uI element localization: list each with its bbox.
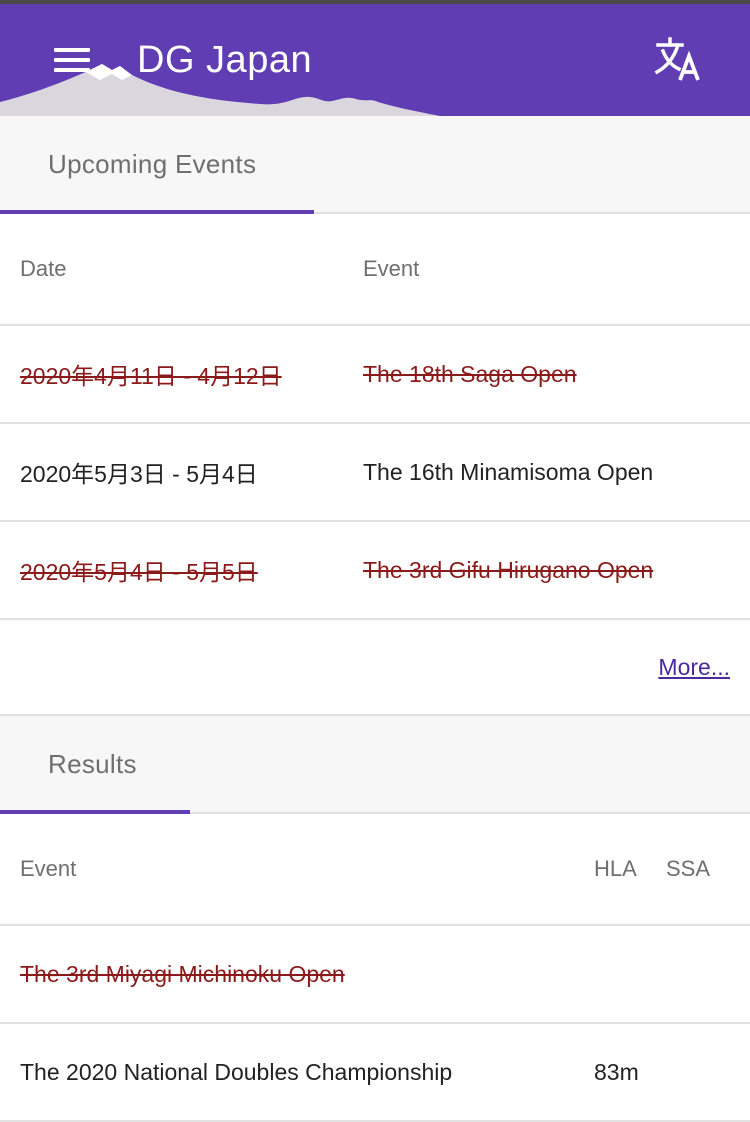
hamburger-menu-icon	[54, 48, 90, 52]
tab-upcoming-events[interactable]: Upcoming Events	[0, 116, 314, 212]
table-row[interactable]: The 2020 National Doubles Championship 8…	[0, 1024, 750, 1122]
results-header: Results	[0, 716, 750, 814]
column-header-event: Event	[363, 256, 420, 281]
tab-label: Upcoming Events	[48, 148, 257, 179]
upcoming-events-header: Upcoming Events	[0, 116, 750, 214]
event-date: 2020年4月11日 - 4月12日	[20, 363, 282, 389]
more-row: More...	[0, 620, 750, 716]
mount-fuji-decoration	[0, 64, 440, 116]
column-header-date: Date	[20, 256, 67, 281]
tab-label: Results	[48, 748, 137, 779]
result-event-name: The 3rd Miyagi Michinoku Open	[20, 960, 345, 987]
event-date: 2020年5月4日 - 5月5日	[20, 559, 258, 585]
translate-icon	[654, 37, 700, 81]
table-header-row: Date Event	[0, 214, 750, 326]
translate-button[interactable]	[648, 34, 708, 88]
table-row[interactable]: 2020年4月11日 - 4月12日 The 18th Saga Open	[0, 326, 750, 424]
table-row[interactable]: 2020年5月3日 - 5月4日 The 16th Minamisoma Ope…	[0, 424, 750, 522]
event-name: The 16th Minamisoma Open	[363, 458, 654, 485]
menu-button[interactable]	[44, 36, 100, 84]
event-date: 2020年5月3日 - 5月4日	[20, 461, 258, 487]
tab-results[interactable]: Results	[0, 716, 190, 812]
column-header-hla: HLA	[594, 856, 637, 881]
event-name: The 18th Saga Open	[363, 360, 577, 387]
app-bar: DG Japan	[0, 0, 750, 116]
column-header-event: Event	[20, 856, 77, 881]
more-link[interactable]: More...	[658, 620, 730, 714]
app-title: DG Japan	[137, 39, 313, 81]
event-name: The 3rd Gifu Hirugano Open	[363, 556, 654, 583]
table-header-row: Event HLA SSA	[0, 814, 750, 926]
table-row[interactable]: The 3rd Miyagi Michinoku Open	[0, 926, 750, 1024]
column-header-ssa: SSA	[666, 856, 711, 881]
table-row[interactable]: 2020年5月4日 - 5月5日 The 3rd Gifu Hirugano O…	[0, 522, 750, 620]
